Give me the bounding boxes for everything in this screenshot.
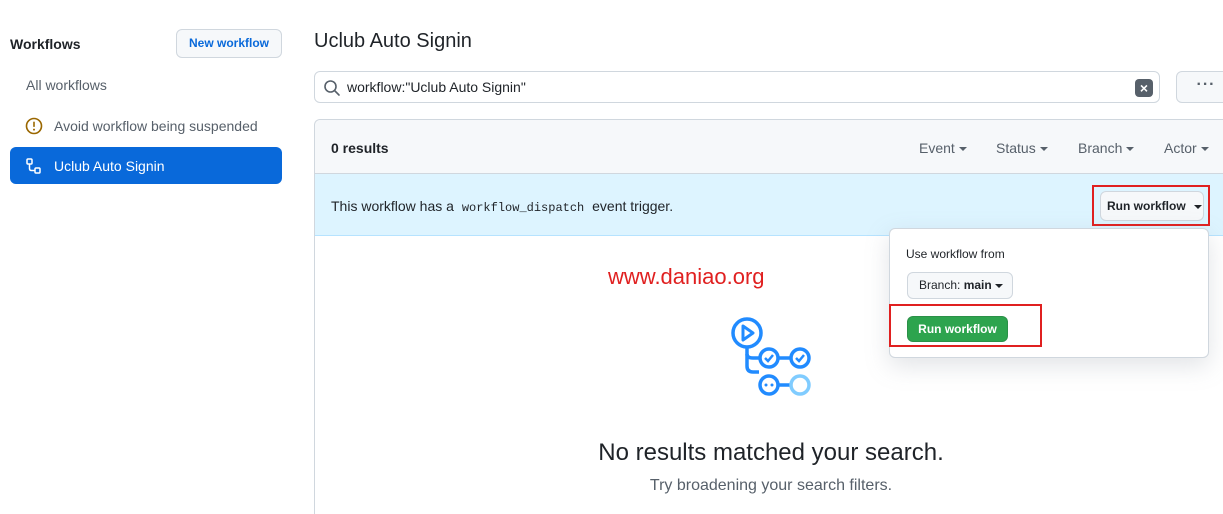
sidebar-item-uclub-auto-signin[interactable]: Uclub Auto Signin: [10, 147, 282, 184]
search-bar: ×: [314, 71, 1160, 103]
filter-label: Actor: [1164, 140, 1197, 156]
sidebar-title: Workflows: [10, 36, 81, 52]
alert-icon: [24, 116, 44, 136]
highlight-run-submit: [889, 304, 1042, 347]
sidebar-item-label: All workflows: [26, 76, 107, 93]
popover-label: Use workflow from: [906, 247, 1005, 261]
filter-event[interactable]: Event: [919, 140, 967, 156]
search-input[interactable]: [347, 76, 1127, 98]
sidebar-item-avoid-suspended[interactable]: Avoid workflow being suspended: [10, 107, 282, 144]
sidebar-item-all-workflows[interactable]: All workflows: [10, 66, 282, 103]
chevron-down-icon: [1126, 147, 1135, 152]
branch-prefix: Branch:: [919, 278, 961, 292]
filter-label: Event: [919, 140, 955, 156]
dispatch-text-before: This workflow has a: [331, 198, 454, 214]
dispatch-code: workflow_dispatch: [461, 201, 585, 215]
branch-select-button[interactable]: Branch: main: [907, 272, 1013, 299]
filter-status[interactable]: Status: [996, 140, 1048, 156]
chevron-down-icon: [994, 283, 1003, 288]
filter-label: Branch: [1078, 140, 1123, 156]
chevron-down-icon: [1200, 147, 1209, 152]
branch-value: main: [963, 278, 992, 292]
workflow-icon: [24, 156, 44, 176]
dispatch-message: This workflow has a workflow_dispatch ev…: [331, 198, 673, 215]
sidebar-item-label: Uclub Auto Signin: [54, 157, 165, 174]
empty-state-title: No results matched your search.: [598, 439, 944, 466]
dispatch-banner: This workflow has a workflow_dispatch ev…: [315, 174, 1223, 236]
chevron-down-icon: [958, 147, 967, 152]
runs-header: 0 results Event Status Branch Actor: [315, 120, 1223, 174]
clear-search-icon[interactable]: ×: [1135, 79, 1153, 97]
sidebar: Workflows New workflow All workflows Avo…: [0, 0, 290, 514]
filter-label: Status: [996, 140, 1036, 156]
sidebar-header: Workflows New workflow: [10, 28, 282, 60]
filter-branch[interactable]: Branch: [1078, 140, 1135, 156]
search-icon: [323, 79, 341, 97]
watermark-text: www.daniao.org: [608, 264, 765, 289]
sidebar-item-label: Avoid workflow being suspended: [54, 117, 258, 134]
filter-actor[interactable]: Actor: [1164, 140, 1209, 156]
new-workflow-button[interactable]: New workflow: [175, 29, 282, 58]
highlight-run-dropdown: [1092, 185, 1210, 226]
workflow-empty-icon: [726, 314, 816, 404]
page-title: Uclub Auto Signin: [314, 30, 472, 52]
empty-state-subtitle: Try broadening your search filters.: [649, 477, 893, 494]
results-count: 0 results: [331, 140, 389, 156]
dispatch-text-after: event trigger.: [592, 198, 674, 214]
more-options-button[interactable]: ···: [1176, 71, 1223, 103]
chevron-down-icon: [1039, 147, 1048, 152]
